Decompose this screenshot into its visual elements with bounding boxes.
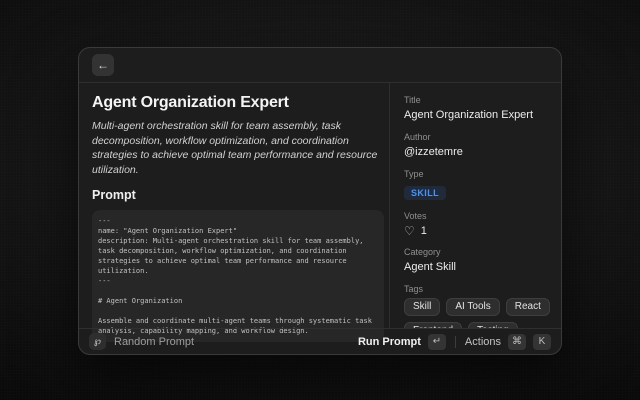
heart-icon: ♡	[404, 225, 415, 237]
tags-list: Skill AI Tools React Frontend Testing	[404, 298, 551, 328]
votes-count: 1	[421, 225, 427, 237]
context-label: Random Prompt	[114, 336, 194, 348]
title-label: Title	[404, 95, 551, 105]
app-logo-glyph: ℘	[94, 337, 101, 347]
actions-button[interactable]: Actions ⌘ K	[465, 334, 551, 350]
enter-key-icon: ↵	[428, 334, 446, 350]
page-description: Multi-agent orchestration skill for team…	[92, 119, 379, 177]
meta-group-tags: Tags Skill AI Tools React Frontend Testi…	[404, 284, 551, 328]
prompt-section-heading: Prompt	[92, 188, 379, 202]
meta-group-title: Title Agent Organization Expert	[404, 95, 551, 122]
run-prompt-label: Run Prompt	[358, 336, 421, 348]
tags-label: Tags	[404, 284, 551, 294]
back-button[interactable]: ←	[92, 54, 114, 76]
content-area: Agent Organization Expert Multi-agent or…	[79, 83, 561, 328]
author-label: Author	[404, 132, 551, 142]
meta-group-type: Type SKILL	[404, 169, 551, 201]
page-title: Agent Organization Expert	[92, 94, 379, 112]
actions-label: Actions	[465, 336, 501, 348]
action-bar: ℘ Random Prompt Run Prompt ↵ Actions ⌘ K	[79, 328, 561, 354]
back-arrow-icon: ←	[97, 58, 109, 72]
tag-pill: React	[506, 298, 550, 316]
category-label: Category	[404, 247, 551, 257]
tag-pill: Skill	[404, 298, 440, 316]
votes-label: Votes	[404, 211, 551, 221]
prompt-app-icon: ℘	[89, 333, 106, 350]
run-prompt-button[interactable]: Run Prompt ↵	[358, 334, 446, 350]
k-key-icon: K	[533, 334, 551, 350]
type-badge: SKILL	[404, 186, 446, 200]
type-label: Type	[404, 169, 551, 179]
prompt-detail-window: ← Agent Organization Expert Multi-agent …	[78, 47, 562, 355]
prompt-code-block: --- name: "Agent Organization Expert" de…	[92, 210, 384, 342]
meta-group-votes: Votes ♡ 1	[404, 211, 551, 237]
category-value: Agent Skill	[404, 261, 551, 274]
meta-group-category: Category Agent Skill	[404, 247, 551, 274]
main-panel: Agent Organization Expert Multi-agent or…	[79, 83, 389, 328]
tag-pill: AI Tools	[446, 298, 499, 316]
action-bar-context: ℘ Random Prompt	[89, 333, 194, 350]
author-value: @izzetemre	[404, 146, 551, 159]
footer-divider	[455, 336, 456, 348]
metadata-sidebar: Title Agent Organization Expert Author @…	[389, 83, 561, 328]
cmd-key-icon: ⌘	[508, 334, 526, 350]
window-header: ←	[79, 48, 561, 83]
title-value: Agent Organization Expert	[404, 109, 551, 122]
meta-group-author: Author @izzetemre	[404, 132, 551, 159]
